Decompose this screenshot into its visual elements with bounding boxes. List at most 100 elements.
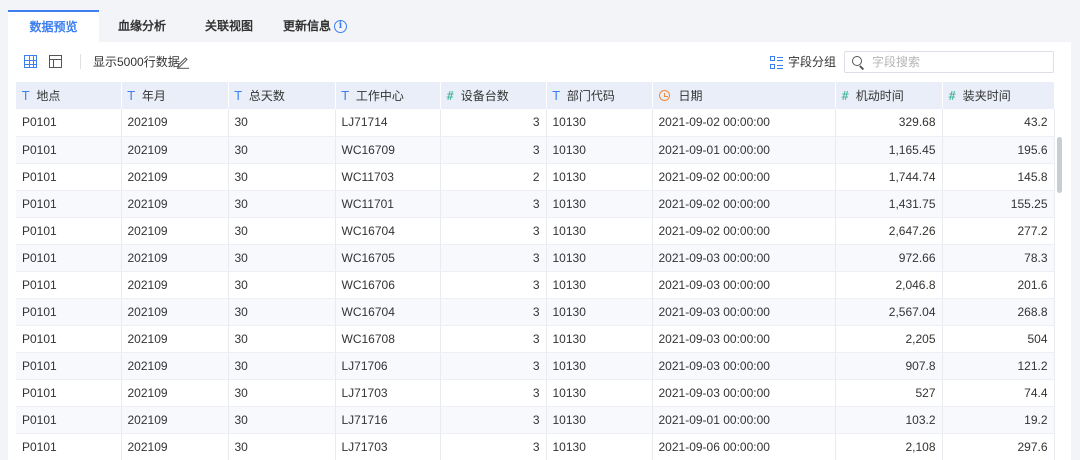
field-search-input[interactable] <box>872 55 1042 69</box>
table-cell: 527 <box>835 379 943 407</box>
field-group-button[interactable]: 字段分组 <box>770 54 836 70</box>
table-cell: 2021-09-01 00:00:00 <box>652 406 836 434</box>
tab-bar: 数据预览 血缘分析 关联视图 更新信息 i <box>8 10 1071 42</box>
column-header-date[interactable]: 日期 <box>652 82 836 109</box>
field-search-box[interactable] <box>844 51 1054 73</box>
table-row[interactable]: P0101 202109 30 WC11703 2 10130 2021-09-02 00:… <box>16 163 1055 191</box>
table-row[interactable]: P0101 202109 30 WC16705 3 10130 2021-09-03 00:… <box>16 244 1055 272</box>
table-cell: 202109 <box>121 325 229 353</box>
table-cell: 2021-09-03 00:00:00 <box>652 352 836 380</box>
table-cell: 297.6 <box>942 433 1055 460</box>
table-cell: 277.2 <box>942 217 1055 245</box>
table-cell: 1,744.74 <box>835 163 943 191</box>
table-cell: 74.4 <box>942 379 1055 407</box>
table-cell: WC16704 <box>335 298 441 326</box>
column-label: 机动时间 <box>855 89 904 103</box>
text-type-icon: T <box>234 89 242 103</box>
table-row[interactable]: P0101 202109 30 LJ71703 3 10130 2021-09-03 00:… <box>16 379 1055 407</box>
table-cell: 10130 <box>546 190 653 218</box>
table-cell: 30 <box>228 217 336 245</box>
table-cell: 202109 <box>121 109 229 137</box>
table-cell: 30 <box>228 136 336 164</box>
table-cell: P0101 <box>16 109 122 137</box>
table-cell: 202109 <box>121 136 229 164</box>
column-header-location[interactable]: T 地点 <box>16 82 122 109</box>
table-cell: 30 <box>228 271 336 299</box>
data-preview-panel: 显示5000行数据 字段分组 字段搜索 T 地点 T 年月 T 总天数 T 工作… <box>8 42 1071 460</box>
table-cell: 30 <box>228 109 336 137</box>
data-table-container: T 地点 T 年月 T 总天数 T 工作中心 # 设备台数 T 部门代码 日期 # 机动时间 … <box>16 82 1062 460</box>
table-cell: P0101 <box>16 271 122 299</box>
table-cell: LJ71703 <box>335 433 441 460</box>
number-type-icon: # <box>841 89 849 103</box>
table-row[interactable]: P0101 202109 30 WC16704 3 10130 2021-09-03 00:… <box>16 298 1055 326</box>
table-cell: LJ71714 <box>335 109 441 137</box>
column-label: 年月 <box>141 89 166 103</box>
table-cell: 195.6 <box>942 136 1055 164</box>
edit-icon[interactable] <box>176 55 190 69</box>
column-header-equipment-count[interactable]: # 设备台数 <box>440 82 547 109</box>
column-header-machine-time[interactable]: # 机动时间 <box>835 82 943 109</box>
column-label: 总天数 <box>248 89 285 103</box>
table-cell: 202109 <box>121 433 229 460</box>
column-label: 地点 <box>36 89 61 103</box>
column-header-year-month[interactable]: T 年月 <box>121 82 229 109</box>
text-type-icon: T <box>341 89 349 103</box>
column-header-total-days[interactable]: T 总天数 <box>228 82 336 109</box>
tab-data-preview[interactable]: 数据预览 <box>8 10 99 42</box>
field-group-icon <box>770 55 783 69</box>
table-cell: P0101 <box>16 163 122 191</box>
column-label: 工作中心 <box>355 89 404 103</box>
tab-related-view[interactable]: 关联视图 <box>185 10 273 42</box>
table-row[interactable]: P0101 202109 30 LJ71714 3 10130 2021-09-02 00:… <box>16 109 1055 137</box>
table-cell: 3 <box>440 298 547 326</box>
table-row[interactable]: P0101 202109 30 WC16706 3 10130 2021-09-03 00:… <box>16 271 1055 299</box>
tab-lineage-analysis[interactable]: 血缘分析 <box>99 10 185 42</box>
table-row[interactable]: P0101 202109 30 WC11701 3 10130 2021-09-02 00:… <box>16 190 1055 218</box>
table-cell: 202109 <box>121 298 229 326</box>
vertical-scrollbar[interactable] <box>1057 137 1062 193</box>
text-type-icon: T <box>552 89 560 103</box>
table-row[interactable]: P0101 202109 30 LJ71716 3 10130 2021-09-01 00:… <box>16 406 1055 434</box>
table-cell: 2021-09-03 00:00:00 <box>652 244 836 272</box>
table-cell: 2,108 <box>835 433 943 460</box>
table-cell: 202109 <box>121 379 229 407</box>
table-cell: P0101 <box>16 217 122 245</box>
table-cell: 2 <box>440 163 547 191</box>
tab-update-info[interactable]: 更新信息 i <box>273 10 357 42</box>
tab-label: 数据预览 <box>29 20 78 34</box>
table-cell: 329.68 <box>835 109 943 137</box>
info-icon[interactable]: i <box>334 19 348 33</box>
card-view-icon[interactable] <box>49 55 62 68</box>
table-cell: LJ71703 <box>335 379 441 407</box>
table-cell: 202109 <box>121 352 229 380</box>
table-cell: 2021-09-02 00:00:00 <box>652 190 836 218</box>
table-cell: 3 <box>440 352 547 380</box>
table-view-icon[interactable] <box>24 55 37 68</box>
column-header-work-center[interactable]: T 工作中心 <box>335 82 441 109</box>
toolbar: 显示5000行数据 字段分组 <box>8 42 1071 80</box>
table-cell: 121.2 <box>942 352 1055 380</box>
table-cell: 43.2 <box>942 109 1055 137</box>
table-row[interactable]: P0101 202109 30 LJ71706 3 10130 2021-09-03 00:… <box>16 352 1055 380</box>
table-row[interactable]: P0101 202109 30 WC16704 3 10130 2021-09-02 00:… <box>16 217 1055 245</box>
table-cell: 10130 <box>546 271 653 299</box>
table-row[interactable]: P0101 202109 30 WC16709 3 10130 2021-09-01 00:… <box>16 136 1055 164</box>
table-cell: 202109 <box>121 406 229 434</box>
column-header-clamping-time[interactable]: # 装夹时间 <box>942 82 1055 109</box>
table-row[interactable]: P0101 202109 30 LJ71703 3 10130 2021-09-06 00:… <box>16 433 1055 460</box>
column-label: 装夹时间 <box>962 89 1011 103</box>
table-cell: 10130 <box>546 406 653 434</box>
table-row[interactable]: P0101 202109 30 WC16708 3 10130 2021-09-03 00:… <box>16 325 1055 353</box>
table-cell: LJ71706 <box>335 352 441 380</box>
table-cell: 2,647.26 <box>835 217 943 245</box>
table-cell: WC16709 <box>335 136 441 164</box>
table-cell: 145.8 <box>942 163 1055 191</box>
toolbar-divider <box>80 54 81 69</box>
column-header-department-code[interactable]: T 部门代码 <box>546 82 653 109</box>
table-cell: 202109 <box>121 244 229 272</box>
table-cell: 19.2 <box>942 406 1055 434</box>
table-cell: 10130 <box>546 379 653 407</box>
table-cell: 10130 <box>546 163 653 191</box>
table-cell: P0101 <box>16 136 122 164</box>
